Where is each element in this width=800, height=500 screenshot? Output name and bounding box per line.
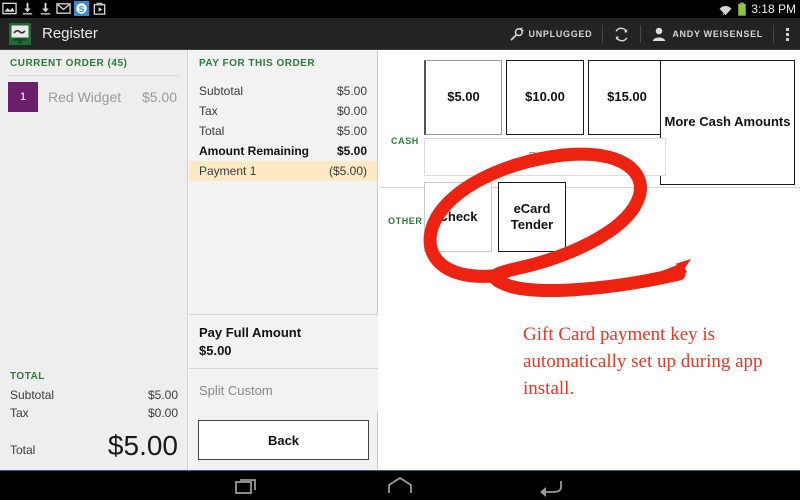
- payment-1-row[interactable]: Payment 1 ($5.00): [189, 161, 377, 181]
- image-icon: [2, 2, 17, 15]
- order-tax-row: Tax $0.00: [10, 404, 178, 422]
- pay-tax-label: Tax: [199, 104, 218, 118]
- person-icon: [653, 27, 666, 41]
- download-icon: [22, 2, 33, 15]
- unplugged-label: UNPLUGGED: [528, 29, 593, 39]
- cash-register-icon: [9, 23, 31, 45]
- overflow-menu-icon[interactable]: [774, 18, 800, 50]
- pay-tax-value: $0.00: [336, 104, 367, 118]
- annotation-text: Gift Card payment key is automatically s…: [523, 324, 763, 399]
- pay-for-order-panel: PAY FOR THIS ORDER Subtotal $5.00 Tax $0…: [189, 50, 378, 470]
- cash-amount-button-10[interactable]: $10.00: [506, 60, 584, 135]
- pay-tax-row: Tax $0.00: [189, 101, 377, 121]
- back-icon[interactable]: [527, 475, 573, 497]
- app-action-bar: Register UNPLUGGED ANDY WEISENSEL: [0, 18, 800, 50]
- cash-group-label: CASH: [391, 136, 419, 146]
- status-system-icons: 3:18 PM: [718, 0, 796, 18]
- order-line-item[interactable]: 1 Red Widget $5.00: [0, 76, 187, 118]
- pay-full-amount-button[interactable]: Pay Full Amount $5.00: [189, 314, 378, 368]
- page-title: Register: [42, 25, 98, 42]
- pay-total-value: $5.00: [336, 124, 367, 138]
- order-totals-heading: TOTAL: [10, 371, 45, 382]
- cash-amount-button-5[interactable]: $5.00: [424, 60, 502, 135]
- cash-amount-button-15[interactable]: $15.00: [588, 60, 666, 135]
- screen-root: S 3:18 PM Register UNPLUGGED ANDY WEISEN…: [0, 0, 800, 500]
- order-item-price: $5.00: [141, 89, 177, 105]
- order-tax-label: Tax: [10, 406, 29, 420]
- order-grand-total-value: $5.00: [107, 430, 178, 461]
- order-totals: TOTAL Subtotal $5.00 Tax $0.00 Total $5.…: [0, 365, 188, 470]
- user-account-button[interactable]: ANDY WEISENSEL: [641, 18, 773, 50]
- order-subtotal-value: $5.00: [147, 388, 178, 402]
- order-item-name: Red Widget: [48, 89, 122, 105]
- pay-full-amount-title: Pay Full Amount: [199, 325, 302, 340]
- order-subtotal-row: Subtotal $5.00: [10, 386, 178, 404]
- other-group-label: OTHER: [388, 216, 423, 226]
- sync-button[interactable]: [603, 18, 640, 50]
- ecard-tender-button[interactable]: eCard Tender: [498, 182, 566, 252]
- recent-apps-icon[interactable]: [227, 475, 273, 497]
- payment-1-label: Payment 1: [199, 164, 257, 178]
- app-install-icon: [93, 2, 106, 15]
- split-custom-button[interactable]: Split Custom: [189, 368, 378, 412]
- overflow-dot: [785, 37, 789, 41]
- current-order-heading: CURRENT ORDER (45): [10, 58, 128, 69]
- user-label: ANDY WEISENSEL: [672, 29, 763, 39]
- android-status-bar: S 3:18 PM: [0, 0, 800, 18]
- svg-text:S: S: [79, 4, 85, 14]
- amount-remaining-label: Amount Remaining: [199, 144, 309, 158]
- overflow-dot: [785, 32, 789, 36]
- payment-1-value: ($5.00): [328, 164, 367, 178]
- back-button[interactable]: Back: [198, 420, 369, 460]
- status-notification-icons: S: [2, 1, 107, 16]
- pay-subtotal-row: Subtotal $5.00: [189, 81, 377, 101]
- more-cash-amounts-button[interactable]: More Cash Amounts: [660, 60, 795, 185]
- order-grand-total-row: Total $5.00: [10, 430, 178, 462]
- unplugged-status[interactable]: UNPLUGGED: [499, 18, 603, 50]
- amount-remaining-value: $5.00: [336, 144, 367, 158]
- order-grand-total-label: Total: [10, 443, 36, 457]
- mail-icon: [56, 3, 71, 14]
- pay-total-row: Total $5.00: [189, 121, 377, 141]
- download-icon: [40, 2, 51, 15]
- pay-subtotal-value: $5.00: [336, 84, 367, 98]
- tender-panel: CASH $5.00 $10.00 $15.00 More Cash Amoun…: [379, 50, 800, 470]
- pay-subtotal-label: Subtotal: [199, 84, 244, 98]
- pay-heading: PAY FOR THIS ORDER: [199, 58, 316, 69]
- amount-remaining-row: Amount Remaining $5.00: [189, 141, 377, 161]
- pay-actions: Pay Full Amount $5.00 Split Custom Back: [189, 314, 378, 470]
- dollar-badge-icon: S: [74, 1, 89, 16]
- battery-icon: [738, 2, 747, 16]
- plug-icon: [509, 26, 524, 41]
- order-tax-value: $0.00: [147, 406, 178, 420]
- refresh-icon: [615, 27, 628, 41]
- home-icon[interactable]: [377, 475, 423, 497]
- ecard-tender-label: eCard Tender: [510, 200, 554, 232]
- back-button-wrap: Back: [189, 412, 378, 470]
- quantity-badge: 1: [8, 82, 38, 112]
- pay-full-amount-value: $5.00: [199, 343, 232, 358]
- pay-amount-row[interactable]: Pay $: [424, 138, 666, 176]
- current-order-panel: CURRENT ORDER (45) 1 Red Widget $5.00 TO…: [0, 50, 188, 470]
- overflow-dot: [785, 27, 789, 31]
- android-nav-bar: [0, 470, 800, 500]
- pay-total-label: Total: [199, 124, 225, 138]
- check-tender-button[interactable]: Check: [424, 182, 492, 252]
- action-bar-actions: UNPLUGGED ANDY WEISENSEL: [499, 18, 800, 50]
- order-subtotal-label: Subtotal: [10, 388, 55, 402]
- status-clock: 3:18 PM: [751, 2, 796, 16]
- wifi-icon: [719, 5, 732, 15]
